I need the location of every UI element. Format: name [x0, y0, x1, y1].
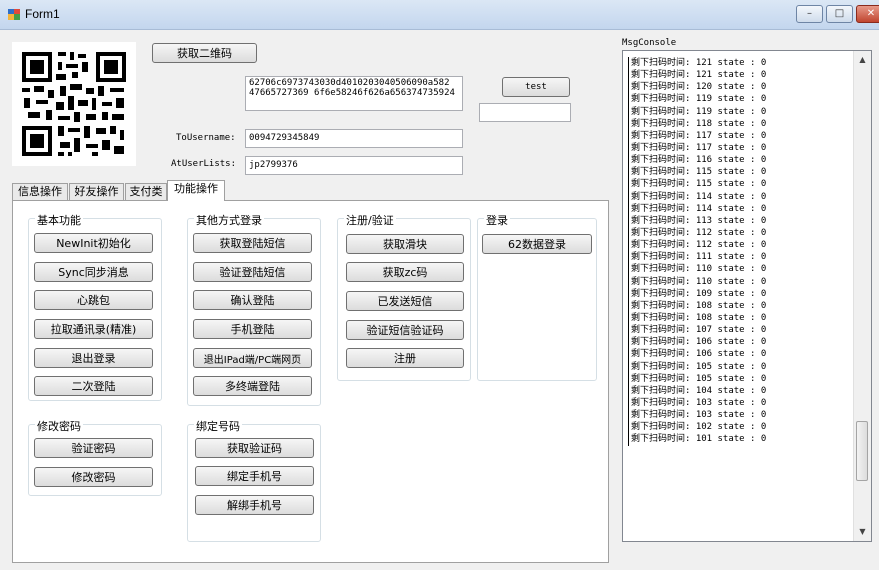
maximize-button[interactable]: □ [826, 5, 853, 23]
verify-login-sms-button[interactable]: 验证登陆短信 [193, 262, 312, 282]
logout-button[interactable]: 退出登录 [34, 348, 153, 368]
console-line: 剩下扫码时间: 106 state : 0 [628, 336, 850, 349]
console-line: 剩下扫码时间: 105 state : 0 [628, 360, 850, 373]
console-line: 剩下扫码时间: 120 state : 0 [628, 81, 850, 94]
console-line: 剩下扫码时间: 119 state : 0 [628, 105, 850, 118]
login-title: 登录 [484, 212, 510, 228]
get-qr-code-button[interactable]: 获取二维码 [152, 43, 257, 63]
close-icon: ✕ [866, 8, 876, 19]
change-password-title: 修改密码 [35, 418, 83, 434]
at-userlists-input[interactable]: jp2799376 [245, 156, 463, 175]
data-textbox[interactable]: 62706c6973743030d4010203040506090a582 47… [245, 76, 463, 111]
test-button[interactable]: test [502, 77, 570, 97]
multi-terminal-login-button[interactable]: 多终端登陆 [193, 376, 312, 396]
console-line: 剩下扫码时间: 117 state : 0 [628, 129, 850, 142]
tab-info-ops[interactable]: 信息操作 [12, 183, 68, 200]
at-userlists-label: AtUserLists: [171, 159, 237, 169]
verify-password-button[interactable]: 验证密码 [34, 438, 153, 458]
app-icon [8, 9, 20, 20]
confirm-login-button[interactable]: 确认登陆 [193, 290, 312, 310]
scroll-thumb[interactable] [856, 421, 868, 481]
console-line: 剩下扫码时间: 102 state : 0 [628, 421, 850, 434]
minimize-button[interactable]: – [796, 5, 823, 23]
change-password-button[interactable]: 修改密码 [34, 467, 153, 487]
console-line: 剩下扫码时间: 101 state : 0 [628, 433, 850, 446]
maximize-icon: □ [834, 8, 845, 19]
to-username-label: ToUsername: [176, 133, 236, 143]
bind-phone-button[interactable]: 绑定手机号 [195, 466, 314, 486]
console-line: 剩下扫码时间: 121 state : 0 [628, 69, 850, 82]
close-button[interactable]: ✕ [856, 5, 879, 23]
get-verification-code-button[interactable]: 获取验证码 [195, 438, 314, 458]
tab-payment[interactable]: 支付类 [125, 183, 167, 200]
console-line: 剩下扫码时间: 106 state : 0 [628, 348, 850, 361]
tab-friend-ops[interactable]: 好友操作 [69, 183, 124, 200]
console-line: 剩下扫码时间: 104 state : 0 [628, 384, 850, 397]
logout-ipad-pc-button[interactable]: 退出IPad端/PC端网页 [193, 348, 312, 368]
console-line: 剩下扫码时间: 119 state : 0 [628, 93, 850, 106]
console-line: 剩下扫码时间: 115 state : 0 [628, 166, 850, 179]
console-line: 剩下扫码时间: 116 state : 0 [628, 154, 850, 167]
data-line-2: 47665727369 6f6e58246f626a656374735924 [249, 88, 455, 98]
console-line: 剩下扫码时间: 121 state : 0 [628, 57, 850, 70]
console-line: 剩下扫码时间: 110 state : 0 [628, 275, 850, 288]
console-line: 剩下扫码时间: 117 state : 0 [628, 141, 850, 155]
qr-code-image [12, 42, 136, 166]
console-line: 剩下扫码时间: 113 state : 0 [628, 214, 850, 227]
console-line: 剩下扫码时间: 115 state : 0 [628, 178, 850, 191]
console-line: 剩下扫码时间: 118 state : 0 [628, 117, 850, 130]
console-line: 剩下扫码时间: 107 state : 0 [628, 324, 850, 337]
console-title: MsgConsole [622, 38, 677, 48]
console-line: 剩下扫码时间: 110 state : 0 [628, 263, 850, 276]
get-slider-button[interactable]: 获取滑块 [346, 234, 464, 254]
window-title: Form1 [25, 7, 60, 21]
console-line: 剩下扫码时间: 114 state : 0 [628, 190, 850, 203]
console-line: 剩下扫码时间: 114 state : 0 [628, 202, 850, 215]
console-lines: 剩下扫码时间: 121 state : 0 剩下扫码时间: 121 state :… [628, 57, 850, 446]
basic-functions-title: 基本功能 [35, 212, 83, 228]
minimize-icon: – [807, 8, 812, 19]
data62-login-button[interactable]: 62数据登录 [482, 234, 592, 254]
other-login-title: 其他方式登录 [194, 212, 264, 228]
console-scrollbar[interactable]: ▲ ▼ [853, 51, 871, 541]
to-username-input[interactable]: 0094729345849 [245, 129, 463, 148]
get-login-sms-button[interactable]: 获取登陆短信 [193, 233, 312, 253]
console-line: 剩下扫码时间: 103 state : 0 [628, 396, 850, 410]
console-line: 剩下扫码时间: 112 state : 0 [628, 226, 850, 240]
title-bar: Form1 – □ ✕ [0, 0, 879, 30]
fetch-contacts-button[interactable]: 拉取通讯录(精准) [34, 319, 153, 339]
scroll-up-icon[interactable]: ▲ [854, 53, 871, 67]
msg-console[interactable]: 剩下扫码时间: 121 state : 0 剩下扫码时间: 121 state :… [622, 50, 872, 542]
scroll-down-icon[interactable]: ▼ [854, 525, 871, 539]
unbind-phone-button[interactable]: 解绑手机号 [195, 495, 314, 515]
register-button[interactable]: 注册 [346, 348, 464, 368]
register-verify-title: 注册/验证 [344, 212, 396, 228]
data-line-1: 62706c6973743030d4010203040506090a582 [249, 78, 450, 88]
console-line: 剩下扫码时间: 112 state : 0 [628, 239, 850, 252]
sms-sent-button[interactable]: 已发送短信 [346, 291, 464, 311]
console-line: 剩下扫码时间: 109 state : 0 [628, 287, 850, 300]
second-login-button[interactable]: 二次登陆 [34, 376, 153, 396]
verify-sms-code-button[interactable]: 验证短信验证码 [346, 320, 464, 340]
console-line: 剩下扫码时间: 108 state : 0 [628, 311, 850, 325]
console-line: 剩下扫码时间: 111 state : 0 [628, 251, 850, 264]
console-line: 剩下扫码时间: 108 state : 0 [628, 299, 850, 312]
test-input[interactable] [479, 103, 571, 122]
tab-function-ops[interactable]: 功能操作 [167, 180, 225, 201]
sync-messages-button[interactable]: Sync同步消息 [34, 262, 153, 282]
heartbeat-button[interactable]: 心跳包 [34, 290, 153, 310]
phone-login-button[interactable]: 手机登陆 [193, 319, 312, 339]
bind-phone-title: 绑定号码 [194, 418, 242, 434]
console-line: 剩下扫码时间: 103 state : 0 [628, 409, 850, 422]
get-zc-code-button[interactable]: 获取zc码 [346, 262, 464, 282]
newinit-button[interactable]: NewInit初始化 [34, 233, 153, 253]
console-line: 剩下扫码时间: 105 state : 0 [628, 372, 850, 385]
